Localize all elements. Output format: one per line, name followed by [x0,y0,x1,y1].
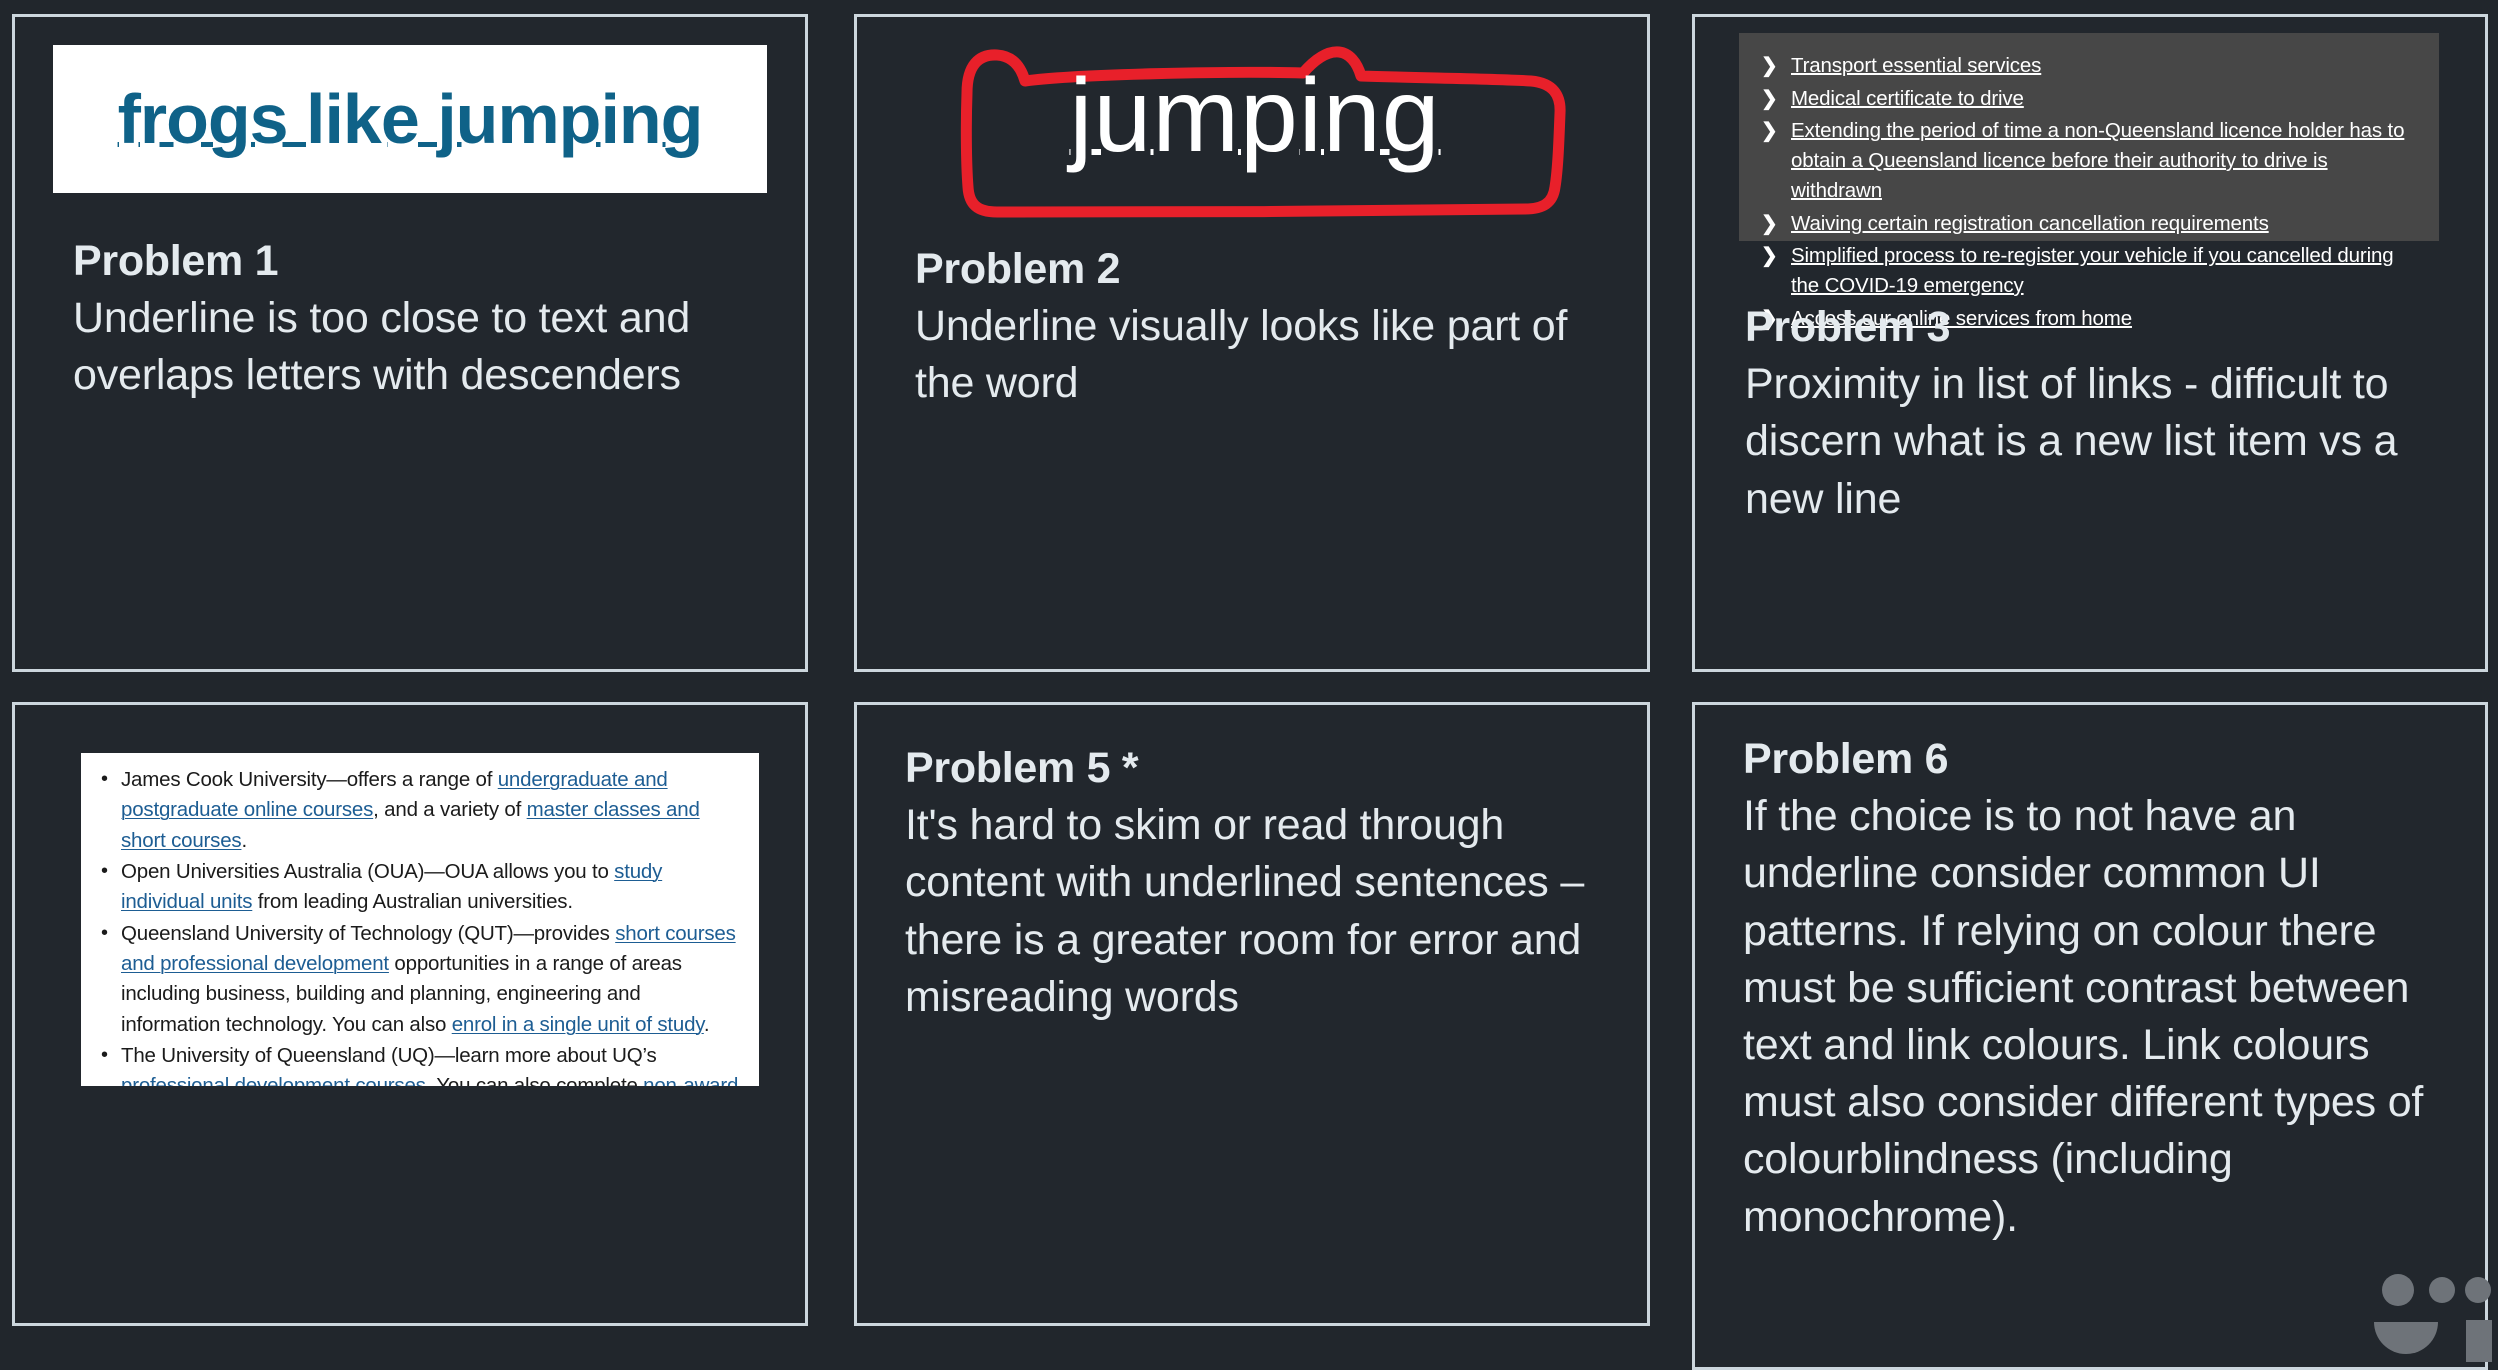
chevron-right-icon: ❯ [1761,212,1778,235]
inline-text: , and a variety of [373,798,527,822]
chevron-right-icon: ❯ [1761,55,1778,77]
inline-link[interactable]: enrol in a single unit of study [452,1013,704,1036]
problem-5-caption: Problem 5 * It's hard to skim or read th… [905,740,1607,1026]
list-item: • Open Universities Australia (OUA)—OUA a… [93,857,743,918]
problem-3-sample-image: ❯ Transport essential services ❯ Medical c… [1739,33,2439,330]
list-item: ❯ Simplified process to re-register your … [1749,241,2419,300]
inline-text: . [241,828,247,852]
panel-problem-6: Problem 6 If the choice is to not have a… [1692,702,2488,1370]
inline-text: Open Universities Australia (OUA)—OUA al… [121,859,615,883]
problem-3-caption: Problem 3 Proximity in list of links - d… [1745,299,2445,528]
list-item: • Queensland University of Technology (QU… [93,919,743,1040]
chevron-right-icon: ❯ [1761,120,1778,143]
list-item-link[interactable]: Waiving certain registration cancellatio… [1791,212,2269,235]
problem-1-heading: Problem 1 [73,237,279,285]
chevron-right-icon: ❯ [1761,87,1778,110]
bullet-dot-icon: • [101,859,108,882]
problem-6-caption: Problem 6 If the choice is to not have a… [1743,731,2445,1246]
problem-2-heading: Problem 2 [915,245,1121,293]
bullet-dot-icon: • [101,768,108,790]
list-item-link[interactable]: Extending the period of time a non-Queen… [1791,119,2404,201]
panel-problem-2: jumping Problem 2 Underline visually loo… [854,14,1650,672]
problem-1-sample-image: frogs like jumping [53,45,767,193]
group-of-people-logo-icon [2374,1274,2492,1362]
inline-text: from leading Australian universities. [252,890,573,914]
inline-link[interactable]: professional development courses [121,1074,426,1086]
problem-2-caption: Problem 2 Underline visually looks like … [915,241,1607,413]
inline-text: Queensland University of Technology (QUT… [121,921,616,945]
panel-problem-3: ❯ Transport essential services ❯ Medical c… [1692,14,2488,672]
problem-5-heading: Problem 5 * [905,744,1139,792]
sample-link-list: ❯ Transport essential services ❯ Medical c… [1749,51,2419,333]
problem-2-sample-image: jumping [905,29,1605,219]
sample-link-text: frogs like jumping [117,80,704,158]
list-item: • James Cook University—offers a range of… [93,765,743,856]
sample-bullet-list: • James Cook University—offers a range of… [93,765,743,1086]
problem-1-body: Underline is too close to text and overl… [73,294,691,400]
inline-text: . You can also complete [425,1074,644,1086]
problem-5-body: It's hard to skim or read through conten… [905,801,1585,1021]
problem-4-sample-image: • James Cook University—offers a range of… [81,753,759,1086]
list-item: • The University of Queensland (UQ)—learn… [93,1041,743,1086]
panel-problem-5: Problem 5 * It's hard to skim or read th… [854,702,1650,1326]
slide-canvas: frogs like jumping Problem 1 Underline i… [0,0,2498,1370]
list-item-link[interactable]: Transport essential services [1791,54,2041,77]
sample-word-jumping: jumping [1069,58,1441,174]
inline-text: . [703,1012,710,1036]
bullet-dot-icon: • [101,1043,108,1066]
list-item: ❯ Medical certificate to drive [1749,84,2419,114]
problem-6-heading: Problem 6 [1743,735,1949,783]
bullet-dot-icon: • [101,921,108,944]
list-item-link[interactable]: Simplified process to re-register your v… [1791,244,2394,297]
panel-problem-1: frogs like jumping Problem 1 Underline i… [12,14,808,672]
problem-3-heading: Problem 3 [1745,303,1951,351]
problem-3-body: Proximity in list of links - difficult t… [1745,360,2398,523]
list-item: ❯ Transport essential services [1749,51,2419,81]
problem-6-body: If the choice is to not have an underlin… [1743,792,2424,1241]
panel-problem-4: • James Cook University—offers a range of… [12,702,808,1326]
problem-2-body: Underline visually looks like part of th… [915,302,1568,408]
inline-text: The University of Queensland (UQ)—learn … [121,1043,657,1067]
inline-text: James Cook University—offers a range of [121,768,498,791]
chevron-right-icon: ❯ [1761,245,1778,268]
list-item-link[interactable]: Medical certificate to drive [1791,87,2024,110]
list-item: ❯ Waiving certain registration cancellati… [1749,209,2419,239]
problem-1-caption: Problem 1 Underline is too close to text… [73,233,765,405]
list-item: ❯ Extending the period of time a non-Quee… [1749,116,2419,205]
